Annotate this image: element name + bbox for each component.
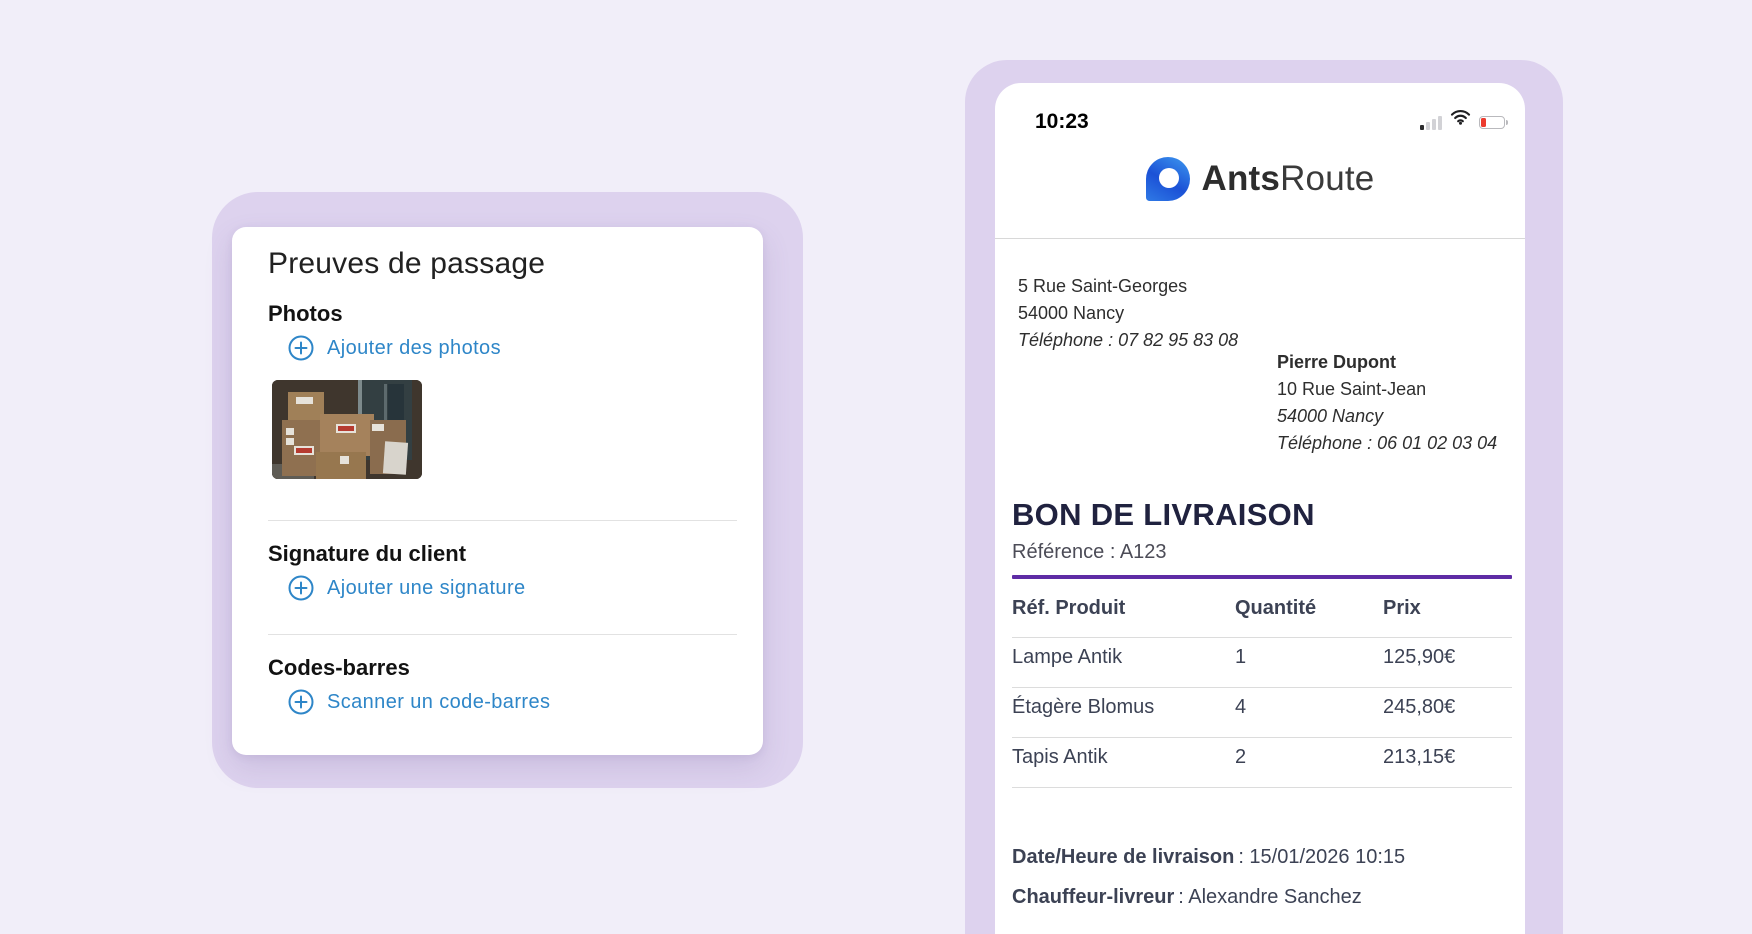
section-divider <box>268 520 737 521</box>
delivery-datetime-line: Date/Heure de livraison: 15/01/2026 10:1… <box>1012 846 1405 869</box>
status-bar-icons <box>1420 110 1508 130</box>
recipient-name: Pierre Dupont <box>1277 352 1397 372</box>
barcodes-section-heading: Codes-barres <box>268 655 410 680</box>
sender-address: 5 Rue Saint-Georges 54000 Nancy Téléphon… <box>1018 273 1238 354</box>
delivery-datetime-value: : 15/01/2026 10:15 <box>1238 846 1406 868</box>
table-divider <box>1012 687 1512 688</box>
recipient-city: 54000 Nancy <box>1277 406 1384 426</box>
cell-price: 125,90€ <box>1383 646 1456 668</box>
add-photos-button[interactable]: Ajouter des photos <box>288 335 501 361</box>
signature-section-heading: Signature du client <box>268 541 467 566</box>
accent-rule <box>1012 575 1512 579</box>
table-divider <box>1012 637 1512 638</box>
recipient-phone: Téléphone : 06 01 02 03 04 <box>1277 433 1498 453</box>
phone-frame: 10:23 AntsRoute 5 Rue Saint-Georges 5400… <box>965 60 1563 934</box>
phone-screen: 10:23 AntsRoute 5 Rue Saint-Georges 5400… <box>995 83 1525 934</box>
table-row: Tapis Antik 2 213,15€ <box>995 746 1525 774</box>
add-signature-button[interactable]: Ajouter une signature <box>288 575 526 601</box>
cellular-signal-icon <box>1420 115 1442 130</box>
driver-line: Chauffeur-livreur: Alexandre Sanchez <box>1012 886 1362 909</box>
col-header-quantity: Quantité <box>1235 597 1317 619</box>
col-header-product: Réf. Produit <box>1012 597 1126 619</box>
driver-label: Chauffeur-livreur <box>1012 886 1175 908</box>
antsroute-logo-text: AntsRoute <box>1201 159 1375 198</box>
table-row: Étagère Blomus 4 245,80€ <box>995 696 1525 724</box>
section-divider <box>268 634 737 635</box>
cell-quantity: 2 <box>1235 746 1247 768</box>
add-signature-label: Ajouter une signature <box>327 576 526 599</box>
cell-price: 245,80€ <box>1383 696 1456 718</box>
wifi-icon <box>1450 109 1471 130</box>
header-divider <box>995 238 1525 239</box>
page-title: Preuves de passage <box>268 247 546 280</box>
packages-photo-art <box>272 380 422 479</box>
document-title: BON DE LIVRAISON <box>1012 497 1315 532</box>
page-background: { "colors": { "page_bg": "#f1eef9", "pan… <box>0 0 1752 934</box>
sender-city: 54000 Nancy <box>1018 303 1125 323</box>
document-reference: Référence : A123 <box>1012 541 1167 563</box>
recipient-street: 10 Rue Saint-Jean <box>1277 379 1427 399</box>
battery-low-icon <box>1479 115 1508 129</box>
antsroute-logo-icon <box>1145 157 1190 201</box>
photos-section-heading: Photos <box>268 301 343 326</box>
table-divider <box>1012 787 1512 788</box>
delivery-photo-thumbnail[interactable] <box>272 380 422 479</box>
sender-street: 5 Rue Saint-Georges <box>1018 276 1188 296</box>
driver-value: : Alexandre Sanchez <box>1178 886 1362 908</box>
cell-product: Étagère Blomus <box>1012 696 1155 718</box>
plus-circle-icon <box>288 689 314 715</box>
plus-circle-icon <box>288 335 314 361</box>
scan-barcode-button[interactable]: Scanner un code-barres <box>288 689 550 715</box>
col-header-price: Prix <box>1383 597 1421 619</box>
cell-quantity: 1 <box>1235 646 1247 668</box>
table-row: Lampe Antik 1 125,90€ <box>995 646 1525 674</box>
table-header-row: Réf. Produit Quantité Prix <box>995 597 1525 625</box>
proof-panel: Preuves de passage Photos Ajouter des ph… <box>212 192 803 788</box>
cell-price: 213,15€ <box>1383 746 1456 768</box>
add-photos-label: Ajouter des photos <box>327 336 501 359</box>
table-divider <box>1012 737 1512 738</box>
plus-circle-icon <box>288 575 314 601</box>
cell-product: Lampe Antik <box>1012 646 1123 668</box>
cell-quantity: 4 <box>1235 696 1247 718</box>
delivery-datetime-label: Date/Heure de livraison <box>1012 846 1235 868</box>
scan-barcode-label: Scanner un code-barres <box>327 690 551 713</box>
status-bar-time: 10:23 <box>1035 110 1089 133</box>
cell-product: Tapis Antik <box>1012 746 1108 768</box>
recipient-address: Pierre Dupont 10 Rue Saint-Jean 54000 Na… <box>1277 349 1497 457</box>
sender-phone: Téléphone : 07 82 95 83 08 <box>1018 330 1239 350</box>
proof-card: Preuves de passage Photos Ajouter des ph… <box>232 227 763 755</box>
antsroute-logo: AntsRoute <box>995 157 1525 201</box>
